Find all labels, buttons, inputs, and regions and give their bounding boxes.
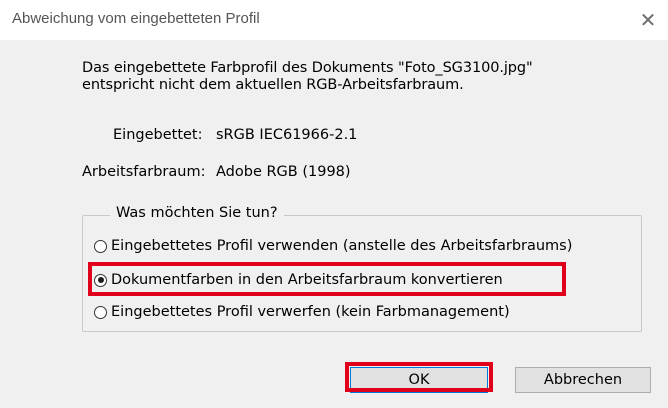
radio-use-embedded[interactable] <box>94 239 107 253</box>
window-title: Abweichung vom eingebetteten Profil <box>12 10 260 27</box>
cancel-button[interactable]: Abbrechen <box>515 367 651 393</box>
radio-discard-profile[interactable] <box>94 305 107 319</box>
option-label: Eingebettetes Profil verwerfen (kein Far… <box>111 304 510 320</box>
action-group-legend: Was möchten Sie tun? <box>110 205 284 221</box>
annotation-highlight-ok-button <box>345 362 493 392</box>
annotation-highlight-convert-option <box>88 262 566 296</box>
option-use-embedded-profile[interactable]: Eingebettetes Profil verwenden (anstelle… <box>94 235 572 257</box>
title-bar: Abweichung vom eingebetteten Profil ✕ <box>0 0 668 40</box>
message-text: Das eingebettete Farbprofil des Dokument… <box>82 60 642 94</box>
message-line-2: entspricht nicht dem aktuellen RGB-Arbei… <box>82 77 464 93</box>
embedded-profile-label: Eingebettet: <box>113 127 203 143</box>
working-space-value: Adobe RGB (1998) <box>216 164 351 180</box>
embedded-profile-value: sRGB IEC61966-2.1 <box>216 127 358 143</box>
option-label: Eingebettetes Profil verwenden (anstelle… <box>111 238 573 254</box>
close-icon[interactable]: ✕ <box>628 0 668 40</box>
working-space-label: Arbeitsfarbraum: <box>82 164 206 180</box>
message-line-1: Das eingebettete Farbprofil des Dokument… <box>82 60 533 76</box>
option-discard-profile[interactable]: Eingebettetes Profil verwerfen (kein Far… <box>94 301 510 323</box>
